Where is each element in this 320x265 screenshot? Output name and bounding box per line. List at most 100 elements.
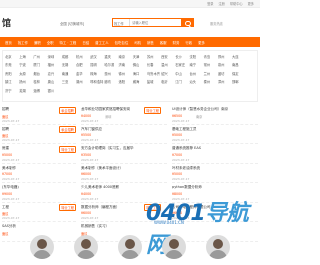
city-link[interactable]: 西安 <box>161 53 175 61</box>
city-link[interactable]: 徐州 <box>119 70 133 78</box>
city-link[interactable]: 兰州 <box>204 70 218 78</box>
city-link[interactable]: 杭州 <box>76 53 90 61</box>
nav-item[interactable]: 财务 <box>170 40 183 45</box>
job-card[interactable]: (东华电器) ¥9000 2023-07-17 <box>2 183 76 203</box>
city-link[interactable]: 芜湖 <box>19 87 33 95</box>
city-link[interactable]: 武汉 <box>90 53 104 61</box>
job-title[interactable]: 汽车门窗供应 <box>81 127 102 132</box>
city-link[interactable]: 江门 <box>175 78 189 86</box>
job-title[interactable]: 招聘 <box>2 127 9 132</box>
city-link[interactable]: 重庆 <box>104 53 118 61</box>
city-link[interactable]: 深圳 <box>48 53 62 61</box>
city-link[interactable]: 济宁 <box>5 87 19 95</box>
site-logo[interactable]: 馆 <box>2 16 11 29</box>
job-title[interactable]: 招聘 <box>2 107 9 112</box>
city-link[interactable]: 临沂 <box>161 78 175 86</box>
nav-item[interactable]: 找工作 <box>15 40 31 45</box>
avatar[interactable] <box>30 234 54 259</box>
avatar[interactable] <box>162 234 186 259</box>
job-card[interactable]: UI设计师（智慧水务企业公司）南京 ¥6500 南京 2023-07-17 <box>172 105 258 125</box>
city-link[interactable]: 扬州 <box>19 78 33 86</box>
job-title[interactable]: 美术制作（美术平面设计） <box>81 166 123 171</box>
city-link[interactable]: 邯郸 <box>232 78 246 86</box>
nav-item[interactable]: 普工工人 <box>92 40 112 45</box>
job-card[interactable]: 普通系统推荐 EAS ¥7000 2023-07-17 <box>172 144 258 164</box>
search-type-select[interactable]: 找工作 <box>113 19 131 26</box>
city-link[interactable]: 东莞 <box>5 61 19 69</box>
city-link[interactable]: 惠州 <box>104 70 118 78</box>
search-icon[interactable] <box>181 19 193 26</box>
job-card[interactable]: 安方会计助理岗（实习生，应届毕 ¥3500 2023-07-17 <box>81 144 167 164</box>
nav-item[interactable]: 特工 · 工程 <box>57 40 80 45</box>
nav-item[interactable]: 行政 <box>182 40 195 45</box>
city-link[interactable]: 厦门 <box>33 61 47 69</box>
city-link[interactable]: 宁波 <box>19 61 33 69</box>
city-link[interactable]: 济南 <box>119 61 133 69</box>
job-card[interactable]: 美术制作（美术平面设计） ¥6000 2023-07-17 <box>81 164 167 183</box>
city-link[interactable]: 珠海 <box>90 70 104 78</box>
city-link[interactable]: 北京 <box>5 53 19 61</box>
city-link[interactable]: 太原 <box>19 70 33 78</box>
job-card[interactable]: 美术制作 ¥7000 2023-07-17 <box>2 164 76 183</box>
job-title[interactable]: UI设计师（智慧水务企业公司）南京 <box>172 107 228 112</box>
city-link[interactable]: 广州 <box>33 53 47 61</box>
city-link[interactable]: 汕头 <box>189 78 203 86</box>
job-card[interactable]: 房建 特业工程 ¥5000 2023-07-17 <box>2 144 76 164</box>
city-link[interactable]: 泉州 <box>218 61 232 69</box>
city-link[interactable]: 哈尔滨 <box>104 61 118 69</box>
city-link[interactable]: 沈阳 <box>189 53 203 61</box>
city-link[interactable]: 呼和浩特 <box>90 78 104 86</box>
city-link[interactable]: 中山 <box>175 70 189 78</box>
city-link[interactable]: 南京 <box>119 53 133 61</box>
city-link[interactable]: 嘉兴 <box>48 70 62 78</box>
city-link[interactable]: 郑州 <box>218 53 232 61</box>
city-link[interactable]: 烟台 <box>33 70 47 78</box>
city-link[interactable]: 合肥 <box>76 61 90 69</box>
city-link[interactable]: 银川 <box>48 87 62 95</box>
city-link[interactable]: 唐山 <box>48 78 62 86</box>
nav-item[interactable]: 首页 <box>2 40 15 45</box>
city-switcher[interactable]: 全国 [切换城市] <box>60 21 84 26</box>
city-link[interactable]: 三亚 <box>62 78 76 86</box>
city-link[interactable]: 湖州 <box>76 78 90 86</box>
nav-item[interactable]: 客服 <box>157 40 170 45</box>
job-title[interactable]: (东华电器) <box>2 185 19 190</box>
city-link[interactable]: 温州 <box>161 61 175 69</box>
city-link[interactable]: 青岛 <box>204 53 218 61</box>
nav-item[interactable]: 日结 <box>79 40 92 45</box>
job-card[interactable]: 基础工程施工员 ¥5000 2023-07-17 <box>172 125 258 144</box>
job-card[interactable]: 招聘 私企招聘 面议 2023-07-17 <box>2 125 76 144</box>
city-link[interactable]: 乌鲁木齐 <box>147 70 161 78</box>
avatar[interactable] <box>74 234 98 259</box>
top-link[interactable]: 帮助中心 <box>230 1 243 6</box>
job-title[interactable]: 龙华和业坊园家宾馆招聘保安岗 <box>81 107 130 112</box>
job-title[interactable]: 基础工程施工员 <box>172 127 197 132</box>
city-link[interactable]: 天津 <box>133 53 147 61</box>
city-link[interactable]: 洛阳 <box>119 78 133 86</box>
city-link[interactable]: 海口 <box>133 70 147 78</box>
city-link[interactable]: 苏州 <box>147 53 161 61</box>
city-link[interactable]: 成都 <box>62 53 76 61</box>
city-link[interactable]: 石家庄 <box>175 61 189 69</box>
city-link[interactable]: 淄博 <box>33 87 47 95</box>
city-link[interactable]: 绍兴 <box>161 70 175 78</box>
city-link[interactable]: 台州 <box>189 70 203 78</box>
city-link[interactable]: 镇江 <box>5 78 19 86</box>
city-link[interactable]: 廊坊 <box>104 78 118 86</box>
city-link[interactable]: 桂林 <box>33 78 47 86</box>
job-title[interactable]: 房建 <box>2 146 9 151</box>
city-link[interactable]: 南宁 <box>189 61 203 69</box>
nav-item[interactable]: 更多 <box>195 40 208 45</box>
job-card[interactable]: 汽车门窗供应 ¥5500 2023-07-17 <box>81 125 167 144</box>
job-title[interactable]: 叶材未老油漆系统 <box>172 166 200 171</box>
city-link[interactable]: 盐城 <box>147 78 161 86</box>
city-link[interactable]: 昆明 <box>90 61 104 69</box>
job-title[interactable]: 普通系统推荐 EAS <box>172 146 201 151</box>
city-link[interactable]: 南昌 <box>232 61 246 69</box>
nav-item[interactable]: 兼职 <box>31 40 44 45</box>
city-link[interactable]: 贵阳 <box>5 70 19 78</box>
city-link[interactable]: 无锡 <box>62 61 76 69</box>
nav-item[interactable]: 司机 <box>131 40 144 45</box>
job-title[interactable]: 工程 <box>2 205 9 210</box>
top-link[interactable]: 更多 <box>248 1 254 6</box>
